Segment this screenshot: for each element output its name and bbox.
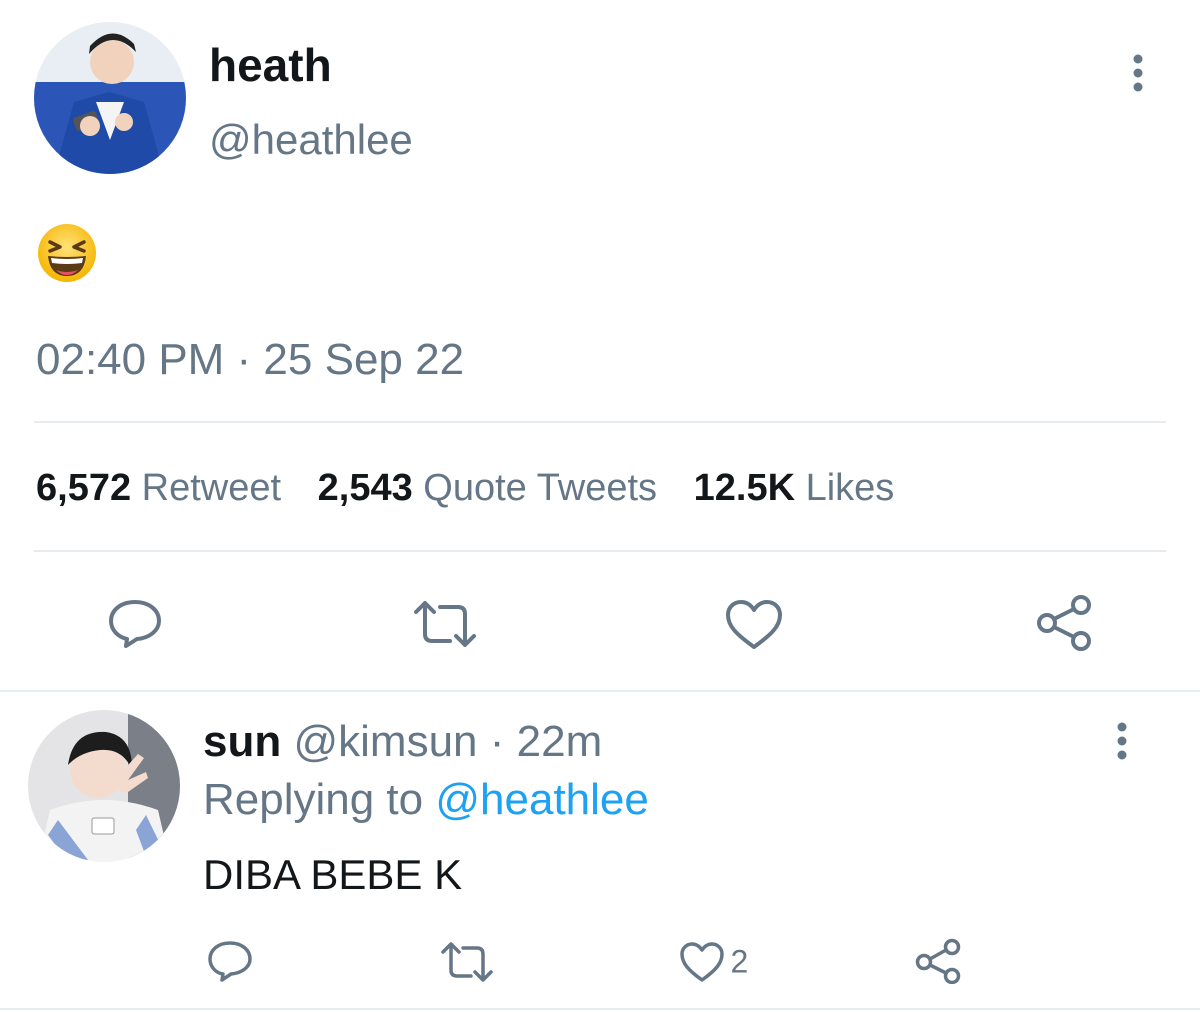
divider bbox=[0, 1008, 1200, 1010]
avatar-sun-image bbox=[28, 710, 180, 862]
replying-to-handle-link[interactable]: @heathlee bbox=[435, 775, 649, 824]
replying-to-prefix: Replying to bbox=[203, 775, 424, 824]
avatar-sun[interactable] bbox=[28, 710, 180, 862]
reply-like-button[interactable]: 2 bbox=[678, 940, 748, 986]
avatar-heath[interactable] bbox=[34, 22, 186, 174]
replying-to-line: Replying to @heathlee bbox=[203, 774, 649, 826]
reply-handle[interactable]: @kimsun bbox=[293, 717, 477, 766]
tweet-display-name[interactable]: heath bbox=[209, 38, 332, 92]
quotes-stat[interactable]: 2,543 Quote Tweets bbox=[318, 467, 668, 509]
retweet-icon[interactable] bbox=[412, 598, 478, 650]
heart-icon bbox=[678, 940, 726, 984]
share-icon[interactable] bbox=[1034, 594, 1094, 652]
more-vertical-icon[interactable] bbox=[1124, 52, 1152, 94]
quotes-label: Quote Tweets bbox=[423, 467, 658, 509]
retweets-stat[interactable]: 6,572 Retweet bbox=[36, 467, 292, 509]
likes-label: Likes bbox=[805, 467, 895, 509]
tweet-handle[interactable]: @heathlee bbox=[209, 114, 413, 166]
divider bbox=[34, 550, 1166, 552]
likes-count: 12.5K bbox=[693, 467, 796, 509]
heart-icon[interactable] bbox=[724, 598, 784, 652]
tweet-timestamp[interactable]: 02:40 PM · 25 Sep 22 bbox=[36, 334, 464, 386]
quotes-count: 2,543 bbox=[317, 467, 413, 509]
share-icon[interactable] bbox=[914, 938, 962, 984]
retweets-label: Retweet bbox=[141, 467, 282, 509]
reply-time[interactable]: 22m bbox=[517, 717, 603, 766]
reply-header: sun @kimsun · 22m bbox=[203, 716, 602, 768]
reply-text: DIBA BEBE K bbox=[203, 851, 463, 898]
retweet-icon[interactable] bbox=[440, 940, 494, 984]
likes-stat[interactable]: 12.5K Likes bbox=[694, 467, 895, 509]
divider bbox=[34, 421, 1166, 423]
retweets-count: 6,572 bbox=[36, 467, 132, 509]
tweet-stats: 6,572 Retweet 2,543 Quote Tweets 12.5K L… bbox=[36, 465, 894, 511]
avatar-heath-image bbox=[34, 22, 186, 174]
more-vertical-icon[interactable] bbox=[1108, 720, 1136, 762]
reply-icon[interactable] bbox=[206, 938, 254, 984]
divider bbox=[0, 690, 1200, 692]
grinning-squinting-face-icon bbox=[36, 222, 98, 284]
reply-icon[interactable] bbox=[106, 596, 164, 650]
reply-display-name[interactable]: sun bbox=[203, 717, 281, 766]
reply-like-count: 2 bbox=[730, 943, 749, 980]
reply-separator: · bbox=[489, 717, 505, 766]
